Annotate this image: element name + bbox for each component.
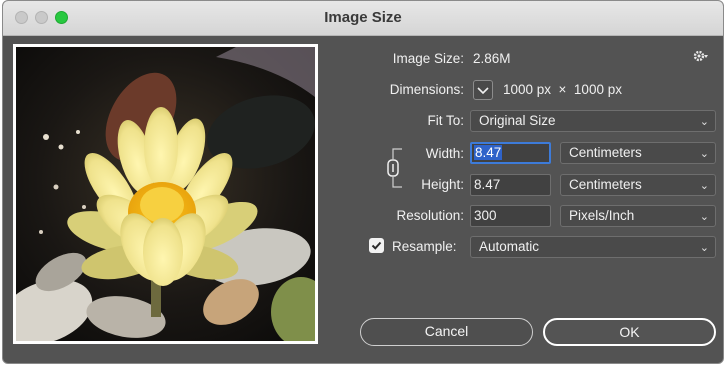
image-size-value: 2.86M <box>473 51 511 66</box>
image-size-label: Image Size: <box>392 51 464 66</box>
height-label: Height: <box>421 177 464 192</box>
fit-to-select[interactable]: Original Size ⌄ <box>470 110 716 132</box>
resolution-unit-select[interactable]: Pixels/Inch ⌄ <box>560 205 716 227</box>
preview-photo-water-lily <box>16 47 315 341</box>
fit-to-label: Fit To: <box>427 113 464 128</box>
chevron-down-icon: ⌄ <box>699 211 709 223</box>
cancel-button[interactable]: Cancel <box>360 318 533 346</box>
chevron-down-icon: ⌄ <box>699 148 709 160</box>
ok-button[interactable]: OK <box>543 318 716 346</box>
image-size-dialog: Image Size Image Size: 2.86M Dimensions:… <box>2 0 724 364</box>
height-field[interactable]: 8.47 <box>470 174 551 196</box>
resolution-field[interactable]: 300 <box>470 205 551 227</box>
resample-label: Resample: <box>392 239 457 254</box>
dimensions-value: 1000 px × 1000 px <box>503 82 622 97</box>
width-label: Width: <box>425 146 464 161</box>
checkmark-icon <box>371 241 382 250</box>
image-preview[interactable] <box>13 44 318 344</box>
height-unit-select[interactable]: Centimeters ⌄ <box>560 174 716 196</box>
title-bar: Image Size <box>3 1 723 36</box>
chevron-down-icon: ⌄ <box>699 242 709 254</box>
resolution-unit-value: Pixels/Inch <box>569 208 635 223</box>
resample-value: Automatic <box>479 239 540 254</box>
dimensions-unit-dropdown[interactable] <box>473 80 493 100</box>
resolution-label: Resolution: <box>396 208 464 223</box>
fit-to-value: Original Size <box>479 113 556 128</box>
resolution-value: 300 <box>474 208 497 223</box>
width-unit-value: Centimeters <box>569 145 642 160</box>
chevron-down-icon <box>477 87 489 95</box>
chevron-down-icon: ⌄ <box>699 116 709 128</box>
chevron-down-icon: ⌄ <box>699 180 709 192</box>
dialog-title: Image Size <box>324 9 402 26</box>
height-value: 8.47 <box>474 177 501 192</box>
gear-icon[interactable] <box>693 49 709 67</box>
dimensions-label: Dimensions: <box>389 82 464 97</box>
width-field[interactable]: 8.47 <box>470 142 551 164</box>
resample-checkbox[interactable] <box>369 238 384 253</box>
width-value: 8.47 <box>474 145 503 160</box>
resample-select[interactable]: Automatic ⌄ <box>470 236 716 258</box>
height-unit-value: Centimeters <box>569 177 642 192</box>
width-unit-select[interactable]: Centimeters ⌄ <box>560 142 716 164</box>
